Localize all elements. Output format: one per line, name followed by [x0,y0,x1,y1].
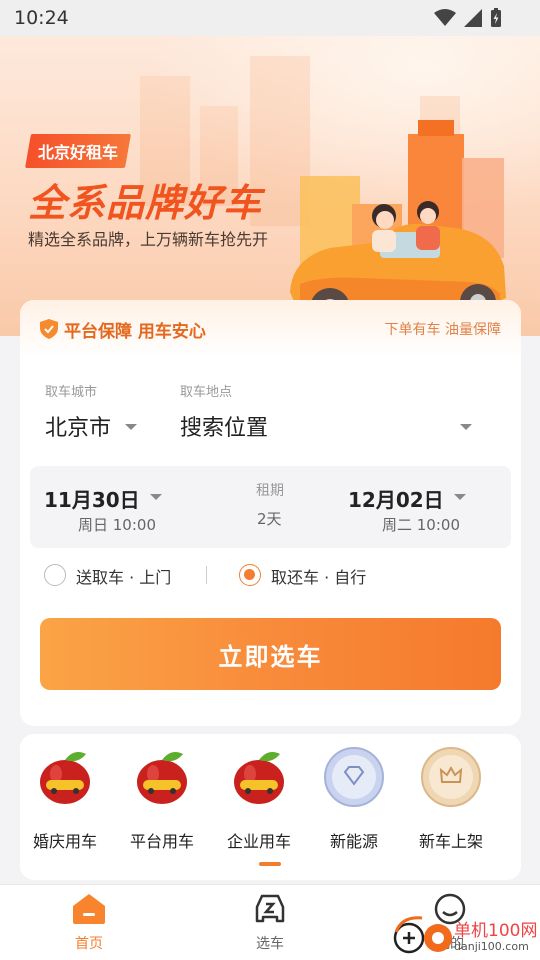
radio-self[interactable] [239,564,261,586]
crown-badge-icon [421,747,481,807]
option-self[interactable]: 取还车 · 自行 [239,562,399,588]
apple-car-icon [234,752,284,804]
option-self-label: 取还车 · 自行 [271,568,367,587]
tab-select-car-label: 选车 [256,936,284,952]
site-watermark: 单机100网 danji100.com [392,912,540,960]
select-car-button[interactable]: 立即选车 [40,618,501,690]
banner-headline: 全系品牌好车 [28,181,263,225]
signal-icon [464,9,482,27]
chevron-down-icon [460,424,472,430]
pickup-date: 11月30日 [44,488,140,512]
tab-home-label: 首页 [75,936,103,952]
guarantee-title: 平台保障 用车安心 [64,321,206,342]
chevron-down-icon [150,494,162,500]
category-item[interactable]: 平台用车 [117,746,207,852]
category-label: 企业用车 [226,832,291,851]
guarantee-note: 下单有车 油量保障 [384,322,501,338]
duration-value: 2天 [257,510,282,528]
watermark-url: danji100.com [454,940,529,953]
duration-label: 租期 [256,483,284,499]
diamond-badge-icon [324,747,384,807]
category-item[interactable]: 新车上架 [406,746,496,852]
booking-card: 平台保障 用车安心 下单有车 油量保障 取车城市 北京市 取车地点 搜索位置 1… [20,300,521,726]
city-selector[interactable]: 北京市 [45,408,165,444]
tab-select-car[interactable]: 选车 [230,893,310,953]
category-label: 婚庆用车 [32,832,97,851]
apple-car-icon [40,752,90,804]
chevron-down-icon [454,494,466,500]
option-separator [206,566,207,584]
city-value: 北京市 [45,416,112,441]
banner-subline: 精选全系品牌，上万辆新车抢先开 [28,230,269,249]
option-delivery-label: 送取车 · 上门 [76,568,172,587]
category-label: 平台用车 [129,832,194,851]
apple-car-icon [137,752,187,804]
return-time: 周二 10:00 [382,516,460,534]
city-label: 取车城市 [45,385,98,400]
return-date: 12月02日 [348,488,444,512]
status-bar: 10:24 [0,0,540,36]
location-label: 取车地点 [180,385,233,400]
category-item[interactable]: 婚庆用车 [20,746,110,852]
guarantee-bar: 平台保障 用车安心 下单有车 油量保障 [20,300,521,358]
status-time: 10:24 [14,7,69,29]
rental-dates: 11月30日 周日 10:00 租期 2天 12月02日 周二 10:00 [30,466,511,548]
category-item[interactable]: 企业用车 [214,746,304,852]
radio-delivery[interactable] [44,564,66,586]
car-front-icon [255,894,285,923]
category-page-indicator [259,862,281,866]
return-date-selector[interactable]: 12月02日 周二 10:00 [330,466,511,548]
banner-tag: 北京好租车 [25,134,132,168]
pickup-time: 周日 10:00 [78,516,156,534]
battery-icon [491,8,501,27]
pickup-date-selector[interactable]: 11月30日 周日 10:00 [30,466,200,548]
status-icons [434,8,502,28]
watermark-title: 单机100网 [454,921,538,941]
category-row: 婚庆用车 平台用车 企业用车 新能源 新车上架 [20,734,521,880]
category-item[interactable]: 新能源 [309,746,399,852]
category-label: 新车上架 [418,832,483,851]
wifi-icon [434,9,456,26]
chevron-down-icon [125,424,137,430]
location-selector[interactable]: 搜索位置 [180,408,480,444]
promo-banner[interactable]: 北京好租车 全系品牌好车 精选全系品牌，上万辆新车抢先开 [0,36,540,336]
watermark-logo-icon [393,916,452,954]
tab-home[interactable]: 首页 [49,893,129,953]
shield-check-icon [40,319,58,339]
location-value: 搜索位置 [180,416,269,441]
category-label: 新能源 [329,832,378,851]
option-delivery[interactable]: 送取车 · 上门 [44,562,204,588]
home-icon [73,894,105,924]
